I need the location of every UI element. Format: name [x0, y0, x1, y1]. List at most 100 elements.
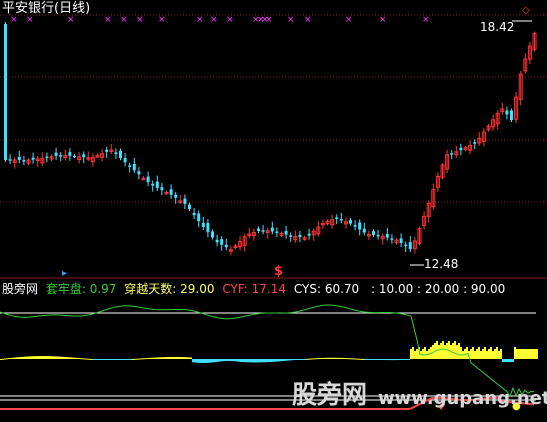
- indicator-bar: [96, 359, 98, 360]
- candle-body-down: [114, 152, 118, 154]
- candle-body-down: [372, 231, 375, 235]
- indicator-bar: [368, 359, 370, 360]
- indicator-bar: [292, 359, 294, 361]
- indicator-bar: [234, 359, 236, 362]
- candle-body-down: [349, 220, 352, 224]
- legend-value-cyf: : 17.14: [243, 282, 287, 296]
- indicator-bar: [472, 347, 474, 359]
- indicator-bar: [26, 356, 28, 359]
- candle-body-down: [289, 235, 293, 237]
- indicator-bar: [22, 356, 24, 359]
- legend-label-chuanyue: 穿越天数: [124, 282, 173, 296]
- signal-dollar-marker: $: [274, 264, 284, 279]
- indicator-bar: [300, 359, 302, 360]
- indicator-bar: [474, 351, 476, 359]
- indicator-bar: [416, 349, 418, 359]
- indicator-bar: [224, 359, 226, 362]
- indicator-bar: [298, 359, 300, 360]
- indicator-bar: [260, 359, 262, 363]
- indicator-bar: [258, 359, 260, 363]
- candle-body-down: [358, 222, 362, 230]
- indicator-bar: [508, 359, 510, 362]
- indicator-bar: [262, 359, 264, 363]
- indicator-bar: [352, 358, 354, 360]
- x-mark: ×: [10, 15, 18, 25]
- candle-body-down: [17, 156, 21, 160]
- indicator-bar: [230, 359, 232, 362]
- candle-body-down: [399, 238, 403, 244]
- indicator-bar: [118, 359, 120, 360]
- indicator-bar: [122, 359, 124, 360]
- indicator-bar: [296, 359, 298, 360]
- indicator-bar: [466, 347, 468, 359]
- x-mark: ×: [210, 15, 218, 25]
- indicator-bar: [442, 341, 444, 359]
- indicator-bar: [128, 359, 130, 360]
- indicator-bar: [44, 356, 46, 359]
- indicator-bar: [58, 356, 60, 359]
- indicator-bar: [330, 357, 332, 359]
- indicator-bar: [80, 358, 82, 360]
- indicator-bar: [94, 359, 96, 360]
- indicator-bar: [274, 359, 276, 362]
- legend-value-cys: : 60.70: [316, 282, 360, 296]
- indicator-bar: [74, 357, 76, 359]
- candle-body-down: [22, 160, 26, 162]
- indicator-bar: [328, 357, 330, 359]
- indicator-bar: [144, 358, 146, 360]
- indicator-bar: [380, 359, 382, 360]
- indicator-bar: [114, 359, 116, 360]
- indicator-bar: [522, 349, 524, 359]
- diamond-marker: ◇: [522, 5, 530, 16]
- indicator-bar: [494, 349, 496, 359]
- candle-body-down: [284, 230, 288, 235]
- indicator-bar: [104, 359, 106, 360]
- candle-body-down: [220, 239, 224, 245]
- indicator-bar: [6, 358, 8, 360]
- indicator-bar: [38, 356, 40, 359]
- indicator-bar: [16, 357, 18, 359]
- indicator-bar: [470, 349, 472, 359]
- candle-body-down: [206, 223, 210, 233]
- indicator-bar: [164, 357, 166, 359]
- x-mark: ×: [379, 15, 387, 25]
- indicator-bar: [348, 358, 350, 360]
- indicator-bar: [486, 351, 488, 359]
- indicator-bar: [180, 357, 182, 359]
- candle-body-down: [450, 153, 454, 155]
- indicator-bar: [28, 356, 30, 359]
- indicator-bar: [86, 358, 88, 360]
- x-mark: ×: [265, 15, 273, 25]
- indicator-bar: [78, 358, 80, 360]
- indicator-bar: [400, 359, 402, 360]
- candle-body-down: [4, 24, 7, 160]
- indicator-bar: [316, 358, 318, 360]
- candle-body-down: [408, 242, 412, 250]
- candle-body-down: [385, 233, 389, 238]
- indicator-bar: [412, 347, 414, 359]
- indicator-bar: [406, 359, 408, 360]
- indicator-bar: [404, 359, 406, 360]
- indicator-bar: [410, 349, 412, 359]
- indicator-bar: [492, 351, 494, 359]
- indicator-bar: [524, 349, 526, 359]
- indicator-bar: [190, 357, 192, 359]
- indicator-bar: [182, 357, 184, 359]
- grid-lines: [0, 14, 547, 279]
- indicator-bar: [478, 347, 480, 359]
- candle-body-down: [192, 213, 196, 216]
- indicator-bar: [208, 359, 210, 363]
- indicator-bar: [444, 345, 446, 359]
- indicator-bar: [184, 357, 186, 359]
- indicator-bar: [280, 359, 282, 362]
- indicator-bar: [120, 359, 122, 360]
- indicator-bar: [226, 359, 228, 362]
- indicator-bar: [130, 359, 132, 360]
- candle-body-down: [473, 142, 477, 144]
- indicator-bar: [388, 359, 390, 361]
- indicator-bar: [396, 359, 398, 361]
- chart-canvas: × × × × × × × × × × ×××× × × × × ×◇▸ ♦ ●: [0, 5, 547, 413]
- indicator-bar: [236, 359, 238, 362]
- indicator-bar: [378, 359, 380, 360]
- indicator-bar: [156, 357, 158, 359]
